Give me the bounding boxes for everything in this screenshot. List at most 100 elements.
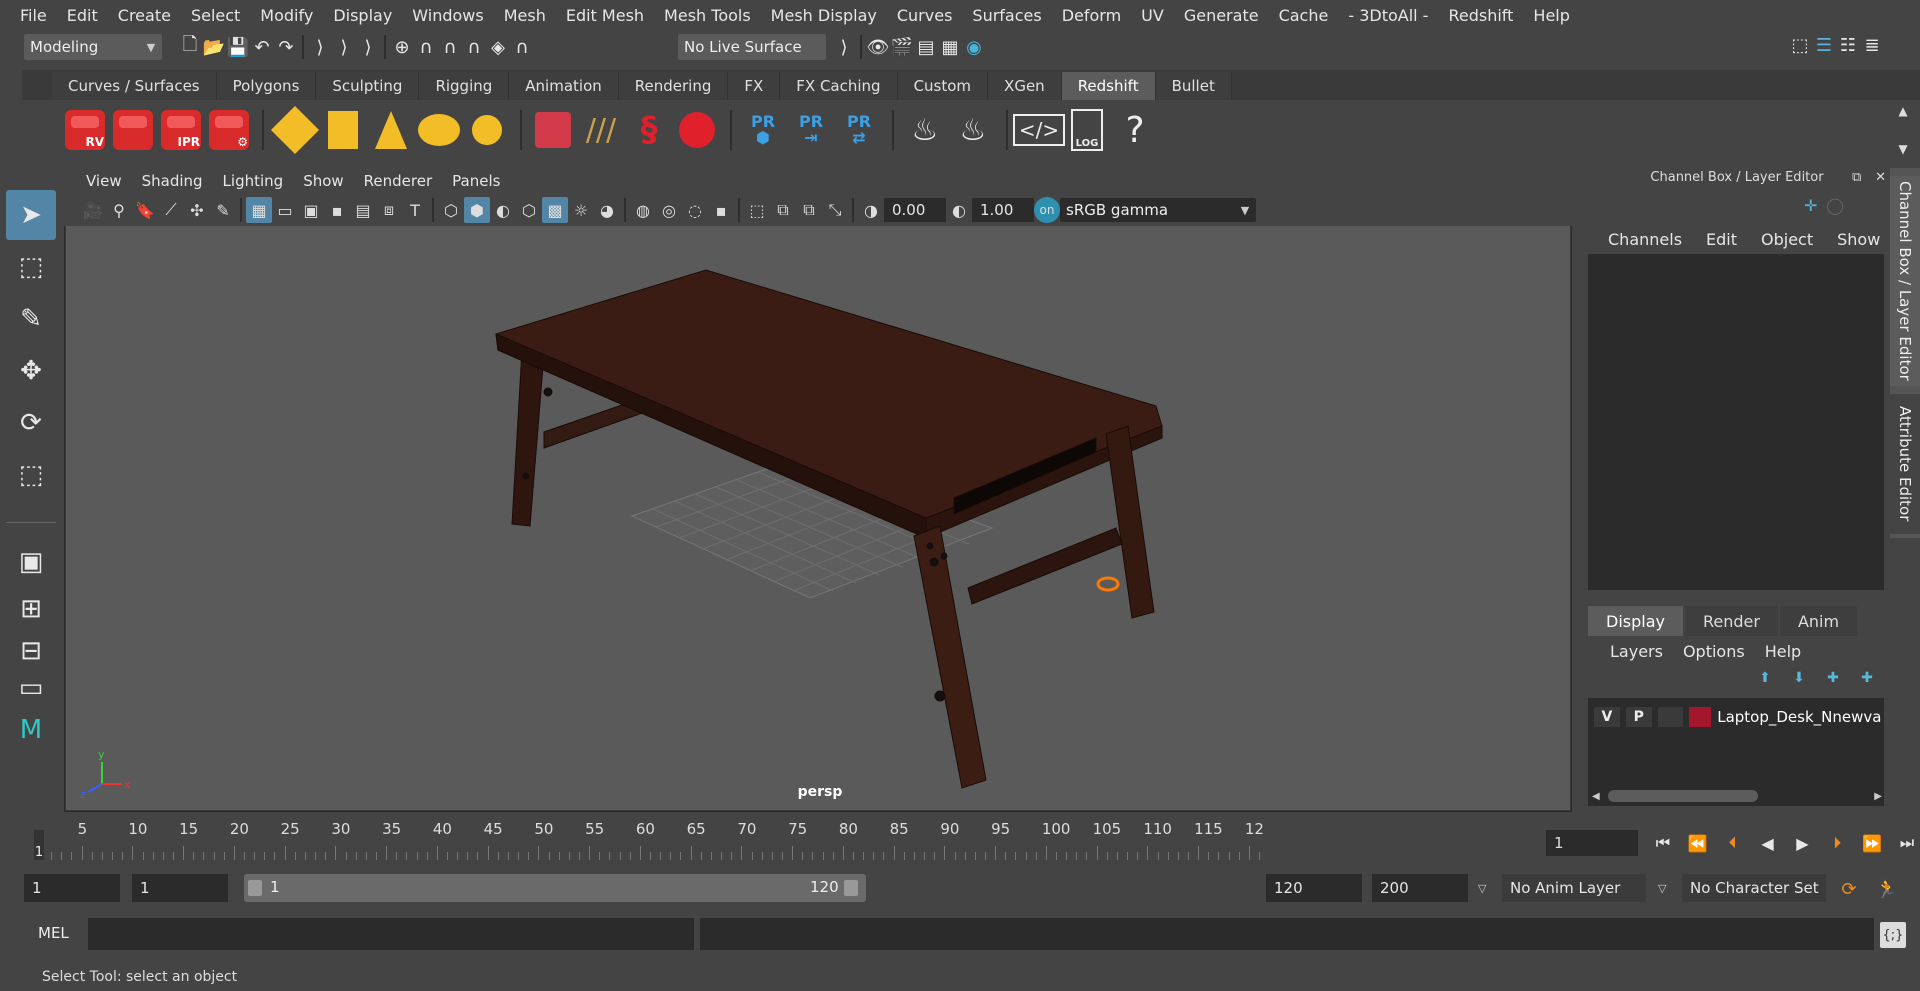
menu-curves[interactable]: Curves <box>887 6 963 25</box>
menu-surfaces[interactable]: Surfaces <box>962 6 1051 25</box>
scroll-thumb[interactable] <box>1608 790 1758 802</box>
viewport-menu-panels[interactable]: Panels <box>442 172 510 190</box>
snap-curve-icon[interactable]: ∩ <box>414 35 438 59</box>
menu-edit-mesh[interactable]: Edit Mesh <box>556 6 654 25</box>
mel-label[interactable]: MEL <box>38 924 69 942</box>
tab-xgen[interactable]: XGen <box>988 72 1062 100</box>
step-forward-key-icon[interactable]: ⏩ <box>1859 830 1885 856</box>
isolate-select-icon[interactable]: ⬚ <box>744 197 770 223</box>
move-layer-down-icon[interactable]: ⬇ <box>1793 670 1805 694</box>
tab-polygons[interactable]: Polygons <box>216 72 317 100</box>
new-layer-icon[interactable]: ✚ <box>1827 670 1839 694</box>
anti-alias-icon[interactable]: ◌ <box>682 197 708 223</box>
step-back-frame-icon[interactable]: ⏴ <box>1720 830 1746 856</box>
move-layer-up-icon[interactable]: ⬆ <box>1759 670 1771 694</box>
tab-redshift[interactable]: Redshift <box>1061 72 1156 100</box>
current-frame-field[interactable]: 1 <box>1546 830 1638 856</box>
viewport-menu-view[interactable]: View <box>76 172 132 190</box>
manipulator-icon[interactable]: ✛ <box>1804 196 1817 218</box>
safe-title-icon[interactable]: T <box>402 197 428 223</box>
exposure-icon[interactable]: ◑ <box>858 197 884 223</box>
shelf-scroll[interactable]: ▲ ▼ <box>1890 104 1916 156</box>
screen-space-ao-icon[interactable]: ◍ <box>630 197 656 223</box>
script-editor-icon[interactable]: {;} <box>1880 922 1906 948</box>
hair-icon[interactable]: /// <box>578 105 624 155</box>
tab-channel-box[interactable]: Channel Box / Layer Editor <box>1890 176 1920 386</box>
go-to-start-icon[interactable]: ⏮ <box>1650 830 1676 856</box>
shadows-icon[interactable]: ◕ <box>594 197 620 223</box>
channel-list[interactable] <box>1588 254 1884 590</box>
redshift-ipr-icon[interactable]: IPR <box>158 105 204 155</box>
expand-icon[interactable]: ⟩ <box>832 35 856 59</box>
viewport-menu-lighting[interactable]: Lighting <box>213 172 294 190</box>
ies-light-icon[interactable] <box>368 105 414 155</box>
tab-fx[interactable]: FX <box>728 72 781 100</box>
layer-menu-layers[interactable]: Layers <box>1600 642 1673 661</box>
ipr-render-icon[interactable]: ▤ <box>914 35 938 59</box>
tab-bullet[interactable]: Bullet <box>1155 72 1232 100</box>
menu-mesh[interactable]: Mesh <box>494 6 556 25</box>
sun-sky-icon[interactable] <box>464 105 510 155</box>
redshift-settings-icon[interactable]: ⚙ <box>206 105 252 155</box>
layer-name[interactable]: Laptop_Desk_Nnewvar <box>1717 708 1882 726</box>
range-slider[interactable]: 1 120 <box>244 874 866 902</box>
command-input[interactable] <box>88 918 694 950</box>
layer-visibility-toggle[interactable]: V <box>1594 707 1620 727</box>
snap-point-icon[interactable]: ∩ <box>438 35 462 59</box>
menu-generate[interactable]: Generate <box>1174 6 1269 25</box>
new-scene-icon[interactable]: 🗋 <box>178 34 202 59</box>
character-set-dropdown[interactable]: No Character Set <box>1682 874 1826 902</box>
rotate-tool-icon[interactable]: ⟳ <box>6 398 56 448</box>
move-tool-icon[interactable]: ✥ <box>6 346 56 396</box>
help-icon[interactable]: ? <box>1112 105 1158 155</box>
image-plane-icon[interactable]: ⟋ <box>158 197 184 223</box>
lights-icon[interactable]: ☼ <box>568 197 594 223</box>
layer-display-type[interactable] <box>1657 707 1684 727</box>
bookmark-icon[interactable]: 🔖 <box>132 197 158 223</box>
tab-display[interactable]: Display <box>1588 606 1683 636</box>
3d-viewport[interactable]: y x z <box>66 226 1570 810</box>
redshift-render-icon[interactable] <box>110 105 156 155</box>
live-surface-field[interactable]: No Live Surface <box>678 34 826 60</box>
grease-pencil-icon[interactable]: ✎ <box>210 197 236 223</box>
auto-key-icon[interactable]: ⟳ <box>1836 876 1862 902</box>
tab-anim[interactable]: Anim <box>1779 606 1858 636</box>
channel-menu-edit[interactable]: Edit <box>1694 230 1749 249</box>
select-tool-icon[interactable]: ➤ <box>6 190 56 240</box>
paint-select-icon[interactable]: ✎ <box>6 294 56 344</box>
animation-end-field[interactable]: 200 <box>1372 874 1468 902</box>
menu-cache[interactable]: Cache <box>1269 6 1339 25</box>
viewport-menu-shading[interactable]: Shading <box>132 172 213 190</box>
camera-icon[interactable]: 🎥 <box>80 197 106 223</box>
2d-pan-icon[interactable]: ✣ <box>184 197 210 223</box>
layer-menu-options[interactable]: Options <box>1673 642 1755 661</box>
gate-mask-icon[interactable]: ▪ <box>324 197 350 223</box>
scroll-down-icon[interactable]: ▼ <box>1898 142 1907 156</box>
menu-select[interactable]: Select <box>181 6 250 25</box>
menu-windows[interactable]: Windows <box>402 6 493 25</box>
menu-set-dropdown[interactable]: Modeling ▼ <box>24 34 162 60</box>
range-end-handle[interactable] <box>844 880 858 896</box>
textured-icon[interactable]: ▩ <box>542 197 568 223</box>
scroll-right-icon[interactable]: ▶ <box>1874 791 1882 802</box>
menu-mesh-tools[interactable]: Mesh Tools <box>654 6 761 25</box>
play-forwards-icon[interactable]: ▶ <box>1789 830 1815 856</box>
sphere-material-icon[interactable] <box>674 105 720 155</box>
anim-prefs-icon[interactable]: 🏃 <box>1874 876 1900 902</box>
film-gate-icon[interactable]: ▭ <box>272 197 298 223</box>
snap-view-icon[interactable]: ∩ <box>462 35 486 59</box>
pr-swap-icon[interactable]: PR ⇄ <box>836 105 882 155</box>
smooth-shade-icon[interactable]: ⬢ <box>464 197 490 223</box>
gamma-icon[interactable]: ◐ <box>946 197 972 223</box>
gamma-field[interactable]: 1.00 <box>972 198 1034 222</box>
current-time-marker[interactable]: 1 <box>34 830 44 860</box>
workspace-icon[interactable]: ⬚ <box>1788 33 1812 57</box>
exposure-field[interactable]: 0.00 <box>884 198 946 222</box>
tool-settings-icon[interactable]: ☷ <box>1836 33 1860 57</box>
playback-end-field[interactable]: 120 <box>1266 874 1362 902</box>
log-icon[interactable]: LOG <box>1064 105 1110 155</box>
close-icon[interactable]: ✕ <box>1875 170 1886 188</box>
channel-box-icon[interactable]: ≣ <box>1860 33 1884 57</box>
tab-fx-caching[interactable]: FX Caching <box>780 72 898 100</box>
menu-redshift[interactable]: Redshift <box>1438 6 1523 25</box>
